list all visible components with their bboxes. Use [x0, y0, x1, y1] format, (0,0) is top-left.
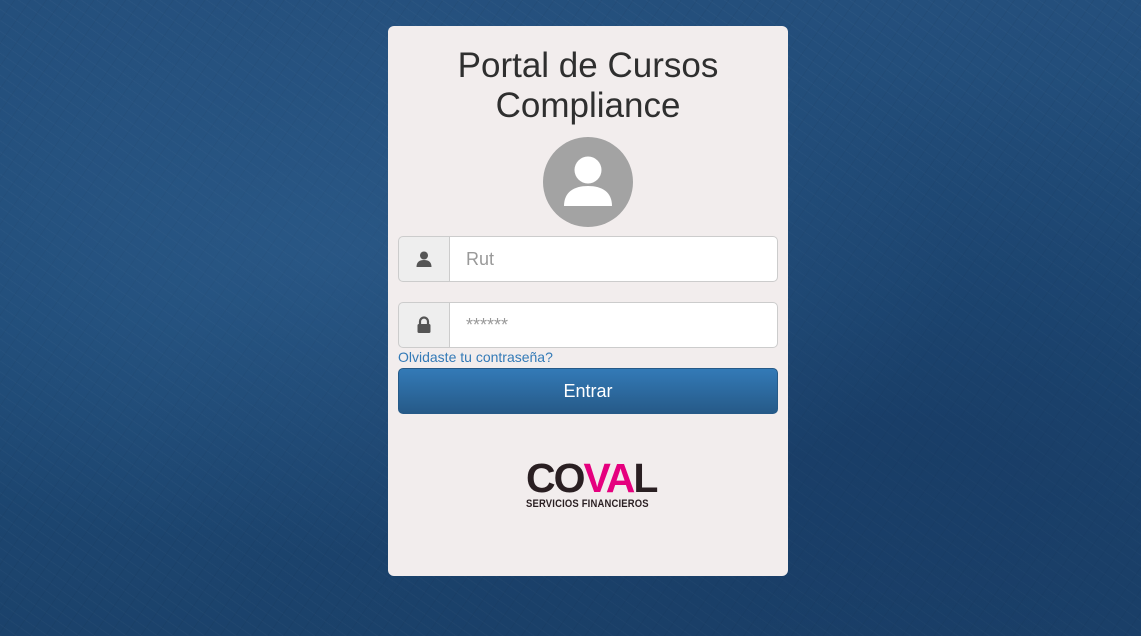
login-card: Portal de Cursos Compliance Olvidaste tu…: [388, 26, 788, 576]
coval-logo: COVAL SERVICIOS FINANCIEROS: [526, 458, 658, 514]
password-input[interactable]: [449, 302, 778, 348]
logo-tagline: SERVICIOS FINANCIEROS: [526, 498, 649, 510]
lock-icon: [398, 302, 449, 348]
submit-button[interactable]: Entrar: [398, 368, 778, 414]
rut-input-group: [398, 236, 778, 282]
forgot-password-link[interactable]: Olvidaste tu contraseña?: [398, 349, 553, 365]
page-title: Portal de Cursos Compliance: [388, 46, 788, 126]
user-icon: [398, 236, 449, 282]
page-title-line2: Compliance: [495, 86, 681, 125]
logo-wordmark: COVAL: [526, 455, 658, 501]
page-title-line1: Portal de Cursos: [457, 46, 719, 85]
password-input-group: [398, 302, 778, 348]
rut-input[interactable]: [449, 236, 778, 282]
avatar-user-silhouette-icon: [543, 137, 633, 227]
